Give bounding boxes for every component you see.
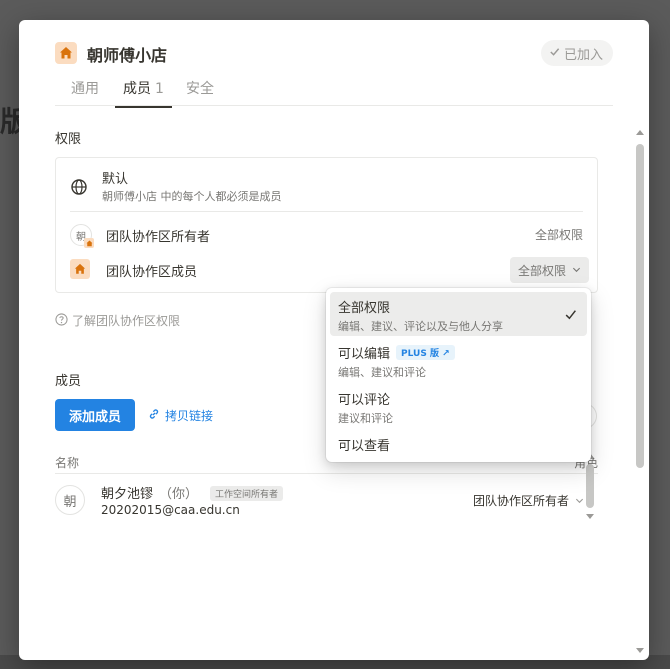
workspace-name: 朝师傅小店 bbox=[87, 46, 168, 65]
member-name: 朝夕池镠 （你） bbox=[101, 483, 198, 502]
menu-item-title: 可以编辑 PLUS 版 ↗ bbox=[338, 343, 455, 362]
permission-menu: 全部权限 编辑、建议、评论以及与他人分享 可以编辑 PLUS 版 ↗ 编辑、建议… bbox=[326, 288, 591, 462]
home-icon bbox=[70, 259, 90, 279]
column-name: 名称 bbox=[55, 456, 80, 470]
copy-link-label: 拷贝链接 bbox=[165, 409, 214, 423]
scroll-up-arrow-icon[interactable] bbox=[636, 130, 644, 135]
tab-bar: 通用 成员 1 安全 bbox=[55, 76, 613, 108]
menu-item-title: 可以查看 bbox=[338, 439, 391, 454]
tab-security-label: 安全 bbox=[186, 81, 214, 97]
help-icon bbox=[55, 312, 68, 329]
menu-item-desc: 编辑、建议和评论 bbox=[338, 366, 426, 379]
scroll-down-arrow-icon[interactable] bbox=[636, 648, 644, 653]
avatar: 朝 bbox=[55, 485, 85, 515]
link-icon bbox=[148, 408, 160, 423]
learn-permissions-label: 了解团队协作区权限 bbox=[72, 314, 181, 328]
home-icon bbox=[55, 42, 77, 64]
scrollbar-thumb[interactable] bbox=[636, 144, 644, 468]
copy-link-button[interactable]: 拷贝链接 bbox=[148, 407, 213, 424]
add-member-button[interactable]: 添加成员 bbox=[55, 399, 135, 431]
menu-item-can-view[interactable]: 可以查看 bbox=[330, 430, 587, 458]
check-icon bbox=[564, 306, 577, 325]
tab-general[interactable]: 通用 bbox=[71, 78, 99, 106]
tab-members-label: 成员 bbox=[123, 81, 151, 97]
settings-modal: 朝师傅小店 已加入 通用 成员 1 安全 权限 默认 朝师傅小店 中的每个人都必须… bbox=[19, 20, 649, 660]
chevron-down-icon bbox=[572, 263, 581, 277]
tab-members[interactable]: 成员 1 bbox=[115, 78, 172, 108]
member-email: 20202015@caa.edu.cn bbox=[101, 503, 240, 517]
chevron-down-icon bbox=[575, 494, 584, 508]
joined-label: 已加入 bbox=[563, 47, 603, 63]
plus-badge[interactable]: PLUS 版 ↗ bbox=[396, 345, 455, 360]
member-you-label: （你） bbox=[159, 487, 199, 502]
permissions-box: 默认 朝师傅小店 中的每个人都必须是成员 朝 团队协作区所有者 全部权限 团队协… bbox=[55, 157, 598, 293]
member-role-value: 团队协作区所有者 bbox=[472, 494, 569, 508]
joined-button[interactable]: 已加入 bbox=[540, 40, 613, 66]
modal-scrollbar[interactable] bbox=[635, 130, 645, 655]
permissions-title: 权限 bbox=[55, 132, 82, 147]
menu-item-can-comment[interactable]: 可以评论 建议和评论 bbox=[330, 384, 587, 428]
members-scrollbar[interactable] bbox=[585, 453, 595, 521]
check-icon bbox=[549, 46, 560, 61]
menu-item-full-access[interactable]: 全部权限 编辑、建议、评论以及与他人分享 bbox=[330, 292, 587, 336]
member-permission-dropdown[interactable]: 全部权限 bbox=[509, 257, 589, 283]
tab-security[interactable]: 安全 bbox=[186, 78, 214, 106]
default-permission-desc: 朝师傅小店 中的每个人都必须是成员 bbox=[102, 190, 282, 203]
scroll-down-arrow-icon[interactable] bbox=[586, 514, 594, 519]
tab-general-label: 通用 bbox=[71, 81, 99, 97]
menu-item-desc: 建议和评论 bbox=[338, 412, 393, 425]
menu-item-title-text: 可以编辑 bbox=[338, 347, 391, 362]
menu-item-title: 全部权限 bbox=[338, 301, 391, 316]
owner-label: 团队协作区所有者 bbox=[106, 230, 211, 245]
owner-permission-value: 全部权限 bbox=[534, 228, 583, 242]
tab-members-count: 1 bbox=[155, 81, 164, 97]
member-permission-value: 全部权限 bbox=[517, 263, 566, 278]
workspace-owner-badge: 工作空间所有者 bbox=[210, 486, 284, 501]
learn-permissions-link[interactable]: 了解团队协作区权限 bbox=[55, 312, 180, 329]
default-permission-title: 默认 bbox=[102, 172, 129, 187]
scrollbar-thumb[interactable] bbox=[586, 464, 594, 508]
home-badge-icon bbox=[84, 238, 94, 248]
modal-header: 朝师傅小店 已加入 bbox=[55, 40, 613, 66]
menu-item-title: 可以评论 bbox=[338, 393, 391, 408]
permission-row-member: 团队协作区成员 全部权限 bbox=[70, 257, 589, 283]
permission-row-owner: 朝 团队协作区所有者 全部权限 bbox=[70, 222, 583, 248]
member-role-dropdown[interactable]: 团队协作区所有者 bbox=[473, 492, 584, 509]
menu-item-desc: 编辑、建议、评论以及与他人分享 bbox=[338, 320, 503, 333]
member-label: 团队协作区成员 bbox=[106, 265, 198, 280]
members-title: 成员 bbox=[55, 374, 82, 389]
menu-item-can-edit[interactable]: 可以编辑 PLUS 版 ↗ 编辑、建议和评论 bbox=[330, 338, 587, 382]
globe-icon bbox=[70, 178, 88, 200]
table-row: 朝 朝夕池镠 （你） 工作空间所有者 20202015@caa.edu.cn 团队… bbox=[55, 483, 598, 523]
divider bbox=[70, 211, 583, 212]
member-name-text: 朝夕池镠 bbox=[101, 487, 154, 502]
